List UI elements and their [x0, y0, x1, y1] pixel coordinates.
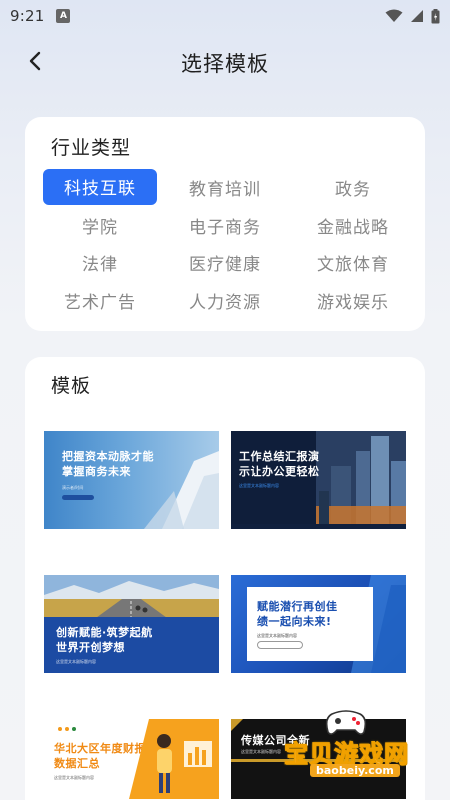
status-time: 9:21 [10, 7, 45, 25]
industry-item-finance[interactable]: 金融战略 [293, 207, 413, 245]
template-title: 赋能潜行再创佳 [257, 600, 338, 613]
template-title: 创新赋能·筑梦起航 [56, 626, 153, 639]
notification-icon: A [56, 9, 71, 23]
wifi-icon [385, 9, 403, 22]
report-illustration [129, 719, 219, 799]
template-thumbnail[interactable]: 工作总结汇报演 示让办公更轻松 这里是文本副标题内容 [231, 431, 406, 529]
template-title-line2: 掌握商务未来 [62, 465, 131, 478]
template-thumbnail[interactable]: 创新赋能·筑梦起航 世界开创梦想 这里是文本副标题内容 [44, 575, 219, 673]
template-heading: 模板 [51, 375, 92, 397]
industry-item-hr[interactable]: 人力资源 [163, 282, 287, 320]
industry-type-heading: 行业类型 [51, 137, 132, 159]
template-title-line2: 世界开创梦想 [56, 641, 125, 654]
industry-item-medical[interactable]: 医疗健康 [163, 244, 287, 282]
template-thumbnail[interactable]: 把握资本动脉才能 掌握商务未来 演示者/时间 [44, 431, 219, 529]
page-title: 选择模板 [181, 52, 269, 76]
template-dots [58, 727, 76, 731]
industry-item-gaming[interactable]: 游戏娱乐 [293, 282, 413, 320]
watermark-logo: 宝贝游戏网 baobeiy.com [258, 704, 438, 784]
template-title: 把握资本动脉才能 [62, 450, 154, 463]
template-thumbnail[interactable]: 赋能潜行再创佳 绩一起向未来! 这里是文本副标题内容 [231, 575, 406, 673]
status-bar: 9:21 A [0, 0, 450, 32]
template-overlay [231, 431, 316, 529]
industry-type-card: 行业类型 科技互联 教育培训 政务 学院 电子商务 金融战略 法律 医疗健康 文… [25, 117, 425, 331]
template-button [62, 495, 94, 500]
template-input-box [257, 641, 303, 649]
industry-item-art-ads[interactable]: 艺术广告 [43, 282, 157, 320]
industry-item-law[interactable]: 法律 [43, 244, 157, 282]
template-title: 工作总结汇报演 [239, 450, 320, 463]
template-subtitle: 这里是文本副标题内容 [257, 633, 297, 638]
industry-item-government[interactable]: 政务 [293, 169, 413, 207]
template-subtitle: 这里是文本副标题内容 [239, 483, 279, 488]
industry-item-tourism-sports[interactable]: 文旅体育 [293, 244, 413, 282]
industry-item-ecommerce[interactable]: 电子商务 [163, 207, 287, 245]
industry-item-tech[interactable]: 科技互联 [43, 169, 157, 205]
template-subtitle: 演示者/时间 [62, 485, 84, 490]
template-subtitle: 这里是文本副标题内容 [54, 775, 94, 780]
industry-item-college[interactable]: 学院 [43, 207, 157, 245]
template-subtitle: 这里是文本副标题内容 [56, 659, 96, 664]
template-title-line2: 绩一起向未来! [257, 615, 332, 628]
signal-icon [411, 10, 423, 22]
nav-bar: 选择模板 [0, 32, 450, 90]
building-illustration [144, 451, 219, 529]
template-thumbnail[interactable]: 华北大区年度财报 数据汇总 这里是文本副标题内容 [44, 719, 219, 799]
template-title-line2: 示让办公更轻松 [239, 465, 320, 478]
battery-icon [431, 8, 440, 23]
industry-item-education[interactable]: 教育培训 [163, 169, 287, 207]
watermark-url: baobeiy.com [310, 764, 400, 777]
template-accent-bar [231, 524, 406, 529]
industry-grid: 科技互联 教育培训 政务 学院 电子商务 金融战略 法律 医疗健康 文旅体育 艺… [43, 169, 415, 319]
